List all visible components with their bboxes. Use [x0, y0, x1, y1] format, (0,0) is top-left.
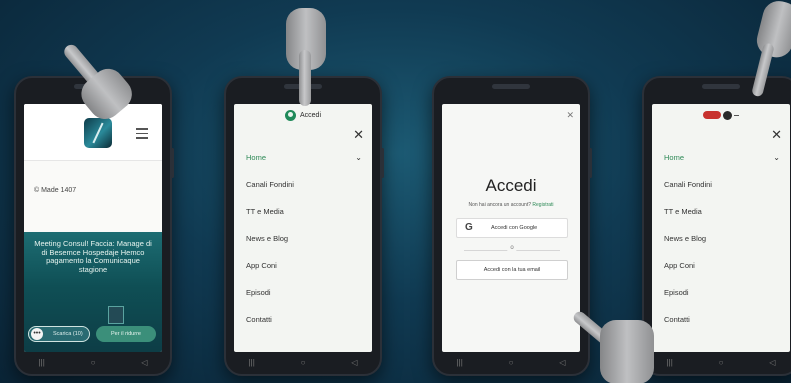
hamburger-menu-icon[interactable] [136, 128, 148, 139]
close-icon[interactable]: ✕ [771, 128, 782, 141]
more-icon: ••• [31, 328, 43, 340]
chevron-down-icon[interactable]: ⌄ [355, 150, 362, 166]
nav-menu: Home ⌄ Canali Fondini TT e Media News e B… [664, 150, 780, 339]
menu-screen: ✕ Home ⌄ Canali Fondini TT e Media News e… [652, 104, 790, 352]
side-button [381, 148, 384, 178]
menu-screen: Accedi ✕ Home ⌄ Canali Fondini TT e Media… [234, 104, 372, 352]
menu-item-canali[interactable]: Canali Fondini [664, 177, 780, 204]
back-icon[interactable]: ◁ [768, 359, 776, 367]
download-button-label: Scarica (10) [53, 331, 83, 337]
menu-item-episodi[interactable]: Episodi [246, 285, 362, 312]
google-login-label: Accedi con Google [491, 225, 538, 231]
home-screen: © Made 1407 Meeting Consul! Faccia: Mana… [24, 104, 162, 352]
login-title: Accedi [485, 176, 537, 195]
phone-notch [702, 84, 740, 89]
menu-item-app[interactable]: App Coni [664, 258, 780, 285]
phone-menu-logged-in: ✕ Home ⌄ Canali Fondini TT e Media News e… [642, 76, 791, 376]
hero-thumbnail[interactable] [108, 306, 124, 324]
divider-label: o [507, 245, 517, 251]
menu-item-canali[interactable]: Canali Fondini [246, 177, 362, 204]
login-link[interactable]: Accedi [300, 112, 321, 119]
register-link[interactable]: Registrati [532, 202, 553, 208]
chevron-down-icon[interactable]: ⌄ [773, 150, 780, 166]
action-button[interactable]: Per il ridurre [96, 326, 156, 342]
menu-item-app[interactable]: App Coni [246, 258, 362, 285]
hero-banner: Meeting Consul! Faccia: Manage di di Bes… [24, 232, 162, 352]
info-section: © Made 1407 [24, 160, 162, 232]
email-login-button[interactable]: Accedi con la tua email [456, 260, 568, 280]
recents-icon[interactable]: ||| [248, 359, 256, 367]
recents-icon[interactable]: ||| [456, 359, 464, 367]
menu-item-news[interactable]: News e Blog [246, 231, 362, 258]
recents-icon[interactable]: ||| [666, 359, 674, 367]
pointing-hand-icon [736, 0, 791, 108]
menu-item-home[interactable]: Home ⌄ [664, 150, 780, 177]
phone-notch [492, 84, 530, 89]
close-icon[interactable]: ✕ [353, 128, 364, 141]
side-button [589, 148, 592, 178]
back-icon[interactable]: ◁ [350, 359, 358, 367]
menu-item-contatti[interactable]: Contatti [246, 312, 362, 339]
menu-item-contatti[interactable]: Contatti [664, 312, 780, 339]
menu-item-media[interactable]: TT e Media [246, 204, 362, 231]
home-icon[interactable]: ○ [717, 359, 725, 367]
made-with-label: © Made 1407 [34, 187, 77, 194]
side-button [171, 148, 174, 178]
menu-item-media[interactable]: TT e Media [664, 204, 780, 231]
back-icon[interactable]: ◁ [558, 359, 566, 367]
home-icon[interactable]: ○ [89, 359, 97, 367]
menu-item-episodi[interactable]: Episodi [664, 285, 780, 312]
menu-header [652, 104, 790, 126]
system-navbar: ||| ○ ◁ [16, 352, 170, 374]
google-login-button[interactable]: G Accedi con Google [456, 218, 568, 238]
phone-login: ✕ Accedi Non hai ancora un account? Regi… [432, 76, 592, 376]
pointing-hand-icon [571, 298, 662, 383]
login-screen: ✕ Accedi Non hai ancora un account? Regi… [442, 104, 580, 352]
hero-title: Meeting Consul! Faccia: Manage di di Bes… [34, 239, 152, 274]
google-icon: G [465, 222, 473, 233]
separator-icon [734, 114, 739, 116]
system-navbar: ||| ○ ◁ [226, 352, 380, 374]
close-icon[interactable]: ✕ [566, 110, 574, 121]
user-avatar-icon[interactable] [284, 109, 296, 121]
back-icon[interactable]: ◁ [140, 359, 148, 367]
recents-icon[interactable]: ||| [38, 359, 46, 367]
system-navbar: ||| ○ ◁ [434, 352, 588, 374]
brand-logo-icon [703, 111, 721, 119]
menu-item-news[interactable]: News e Blog [664, 231, 780, 258]
phone-menu-open: Accedi ✕ Home ⌄ Canali Fondini TT e Media… [224, 76, 384, 376]
system-navbar: ||| ○ ◁ [644, 352, 791, 374]
menu-item-home[interactable]: Home ⌄ [246, 150, 362, 177]
profile-avatar-icon [723, 110, 732, 120]
home-icon[interactable]: ○ [299, 359, 307, 367]
nav-menu: Home ⌄ Canali Fondini TT e Media News e B… [246, 150, 362, 339]
divider: o [464, 245, 560, 251]
register-prompt: Non hai ancora un account? Registrati [442, 202, 580, 208]
home-icon[interactable]: ○ [507, 359, 515, 367]
account-logo[interactable] [703, 110, 739, 120]
pointing-hand-icon [282, 0, 332, 110]
register-prompt-text: Non hai ancora un account? [468, 202, 532, 208]
download-button[interactable]: ••• Scarica (10) [28, 326, 90, 342]
